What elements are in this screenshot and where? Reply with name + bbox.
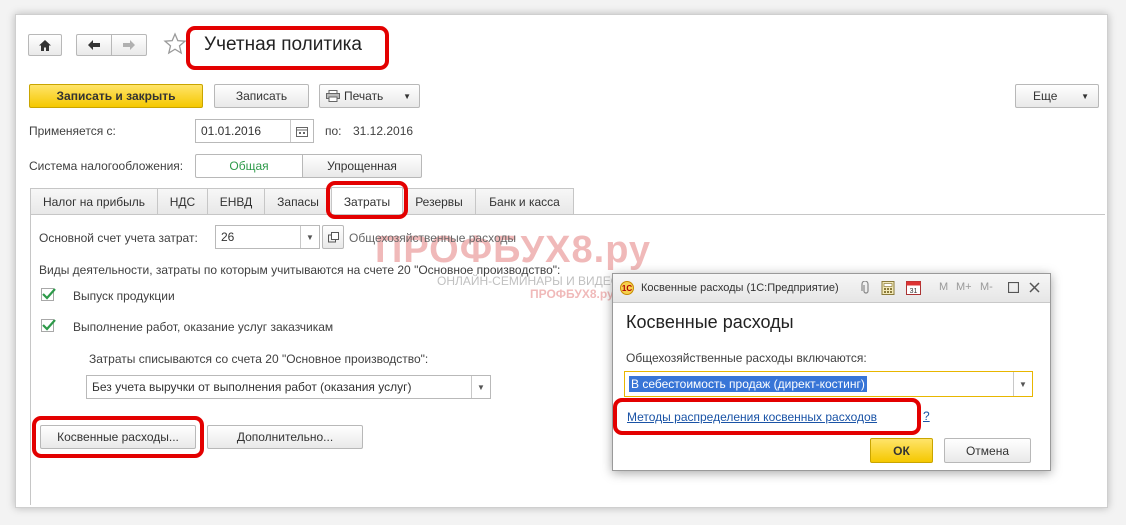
tab-divider	[30, 214, 1105, 215]
applies-to-label: по:	[325, 124, 342, 138]
checkmark-icon	[42, 319, 56, 331]
activity-1-checkbox[interactable]	[41, 288, 56, 301]
svg-text:31: 31	[910, 288, 918, 295]
print-label: Печать	[344, 89, 384, 103]
ok-button[interactable]: ОК	[870, 438, 933, 463]
memory-plus-button[interactable]: M+	[956, 281, 972, 293]
svg-text:1C: 1C	[622, 284, 632, 293]
open-account-button[interactable]	[322, 225, 344, 249]
tax-system-general[interactable]: Общая	[195, 154, 303, 178]
tax-system-label: Система налогообложения:	[29, 159, 184, 173]
calendar-icon[interactable]	[290, 120, 313, 142]
indirect-costs-dialog: 1C Косвенные расходы (1С:Предприятие) 31…	[612, 273, 1051, 471]
main-account-value: 26	[221, 230, 235, 244]
dialog-titlebar: 1C Косвенные расходы (1С:Предприятие) 31…	[613, 274, 1050, 303]
main-account-field[interactable]: 26 ▼	[215, 225, 320, 249]
applies-from-field[interactable]: 01.01.2016	[195, 119, 314, 143]
dialog-field-label: Общехозяйственные расходы включаются:	[626, 351, 867, 365]
star-icon[interactable]	[163, 32, 187, 56]
watermark-small: ПРОФБУХ8.ру	[530, 287, 614, 301]
more-label: Еще	[1033, 89, 1058, 103]
activity-2-checkbox[interactable]	[41, 319, 56, 332]
arrow-left-icon	[88, 40, 100, 50]
tab-profit-tax[interactable]: Налог на прибыль	[30, 188, 158, 214]
save-and-close-button[interactable]: Записать и закрыть	[29, 84, 203, 108]
activities-label: Виды деятельности, затраты по которым уч…	[39, 263, 561, 277]
calculator-icon[interactable]	[881, 281, 895, 295]
checkmark-icon	[42, 288, 56, 300]
open-icon	[327, 231, 339, 242]
tab-envd[interactable]: ЕНВД	[207, 188, 265, 214]
cancel-button[interactable]: Отмена	[944, 438, 1031, 463]
dialog-heading: Косвенные расходы	[626, 312, 794, 332]
save-button[interactable]: Записать	[214, 84, 309, 108]
tab-costs[interactable]: Затраты	[331, 187, 403, 215]
arrow-right-icon	[123, 40, 135, 50]
applies-to-value: 31.12.2016	[353, 124, 414, 138]
home-button[interactable]	[28, 34, 62, 56]
writeoff-select[interactable]: Без учета выручки от выполнения работ (о…	[86, 375, 491, 399]
additional-button[interactable]: Дополнительно...	[207, 425, 363, 449]
chevron-down-icon: ▼	[403, 91, 411, 101]
tab-vat[interactable]: НДС	[157, 188, 208, 214]
printer-icon	[326, 90, 340, 102]
back-button[interactable]	[76, 34, 112, 56]
tax-system-simplified[interactable]: Упрощенная	[302, 154, 422, 178]
chevron-down-icon: ▼	[1081, 91, 1089, 101]
chevron-down-icon[interactable]: ▼	[471, 376, 490, 398]
tab-reserves[interactable]: Резервы	[402, 188, 476, 214]
maximize-icon[interactable]	[1008, 282, 1019, 293]
print-button[interactable]: Печать ▼	[319, 84, 420, 108]
chevron-down-icon[interactable]: ▼	[300, 226, 319, 248]
activity-2-label: Выполнение работ, оказание услуг заказчи…	[73, 320, 334, 334]
applies-from-value: 01.01.2016	[201, 124, 262, 138]
page-title: Учетная политика	[204, 34, 362, 55]
tab-panel-border	[30, 214, 31, 505]
indirect-costs-button[interactable]: Косвенные расходы...	[40, 425, 196, 449]
memory-m-button[interactable]: M	[939, 281, 948, 293]
calendar-icon[interactable]: 31	[906, 280, 921, 295]
help-link[interactable]: ?	[923, 409, 930, 423]
paperclip-icon[interactable]	[860, 281, 872, 295]
activity-1-label: Выпуск продукции	[73, 289, 175, 303]
close-icon[interactable]	[1029, 282, 1040, 293]
chevron-down-icon[interactable]: ▼	[1013, 372, 1032, 396]
dialog-field-value: В себестоимость продаж (директ-костинг)	[629, 376, 867, 392]
distribution-methods-link[interactable]: Методы распределения косвенных расходов	[627, 410, 877, 424]
applies-from-label: Применяется с:	[29, 124, 116, 138]
dialog-field-select[interactable]: В себестоимость продаж (директ-костинг) …	[624, 371, 1033, 397]
memory-minus-button[interactable]: M-	[980, 281, 993, 293]
home-icon	[39, 39, 51, 51]
app-logo-icon: 1C	[620, 281, 634, 295]
dialog-window-title: Косвенные расходы (1С:Предприятие)	[641, 282, 839, 294]
more-button[interactable]: Еще ▼	[1015, 84, 1099, 108]
tab-inventory[interactable]: Запасы	[264, 188, 332, 214]
main-account-label: Основной счет учета затрат:	[39, 231, 198, 245]
tab-bank-cash[interactable]: Банк и касса	[475, 188, 574, 214]
main-account-description: Общехозяйственные расходы	[349, 231, 517, 245]
writeoff-value: Без учета выручки от выполнения работ (о…	[92, 380, 412, 394]
writeoff-label: Затраты списываются со счета 20 "Основно…	[89, 352, 429, 366]
forward-button[interactable]	[111, 34, 147, 56]
